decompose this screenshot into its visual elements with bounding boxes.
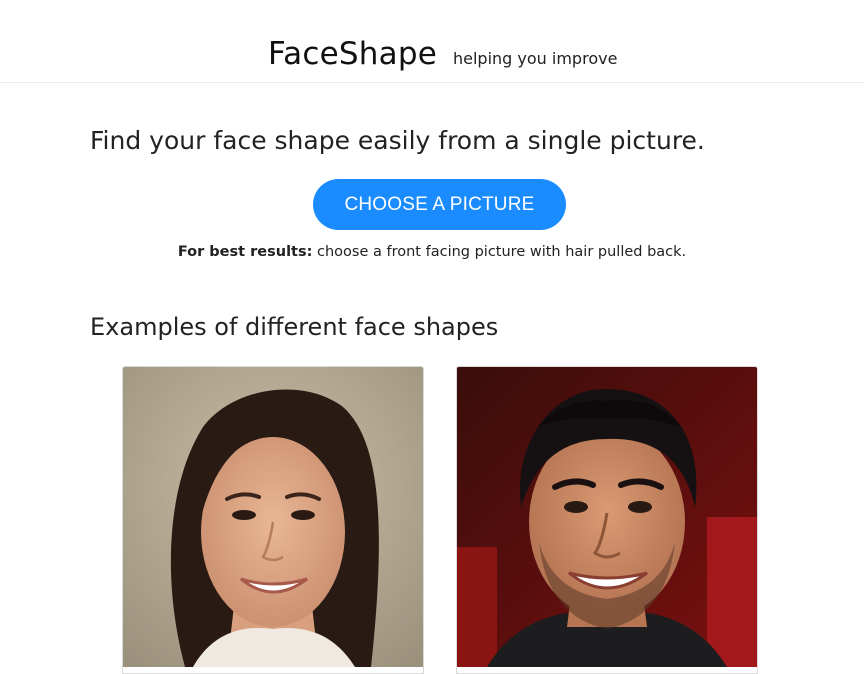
tip-text: choose a front facing picture with hair …	[312, 244, 687, 260]
man-face-photo	[457, 367, 757, 667]
site-tagline: helping you improve	[453, 49, 618, 68]
examples-section-title: Examples of different face shapes	[90, 313, 499, 341]
example-card-woman[interactable]	[122, 366, 424, 674]
example-card-man[interactable]	[456, 366, 758, 674]
tip-label: For best results:	[177, 244, 313, 260]
page-headline: Find your face shape easily from a singl…	[90, 126, 705, 155]
site-logo-text[interactable]: FaceShape	[268, 34, 437, 74]
best-results-tip: For best results: choose a front facing …	[0, 242, 864, 262]
site-header: FaceShape helping you improve	[0, 0, 864, 83]
choose-picture-button[interactable]: CHOOSE A PICTURE	[313, 179, 566, 230]
woman-face-photo	[123, 367, 423, 667]
